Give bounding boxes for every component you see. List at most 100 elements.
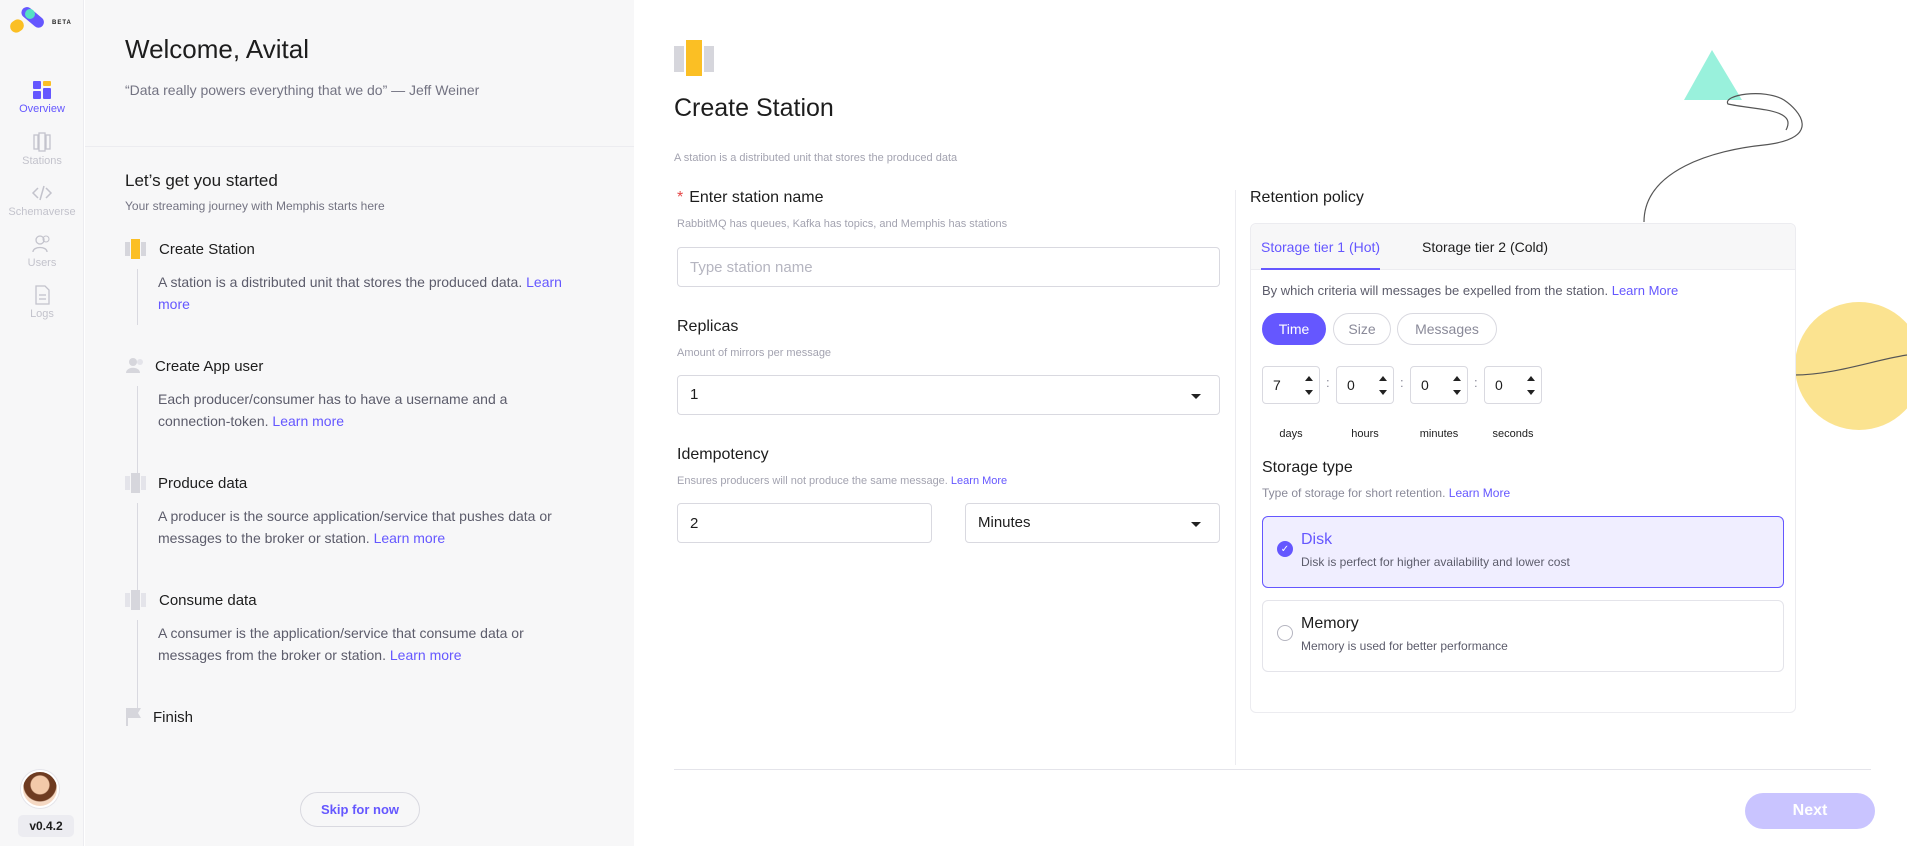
idempotency-hint-text: Ensures producers will not produce the s…	[677, 475, 948, 487]
days-stepper[interactable]: 7	[1262, 366, 1320, 404]
nav-item-stations[interactable]: Stations	[0, 132, 84, 167]
storage-option-title: Disk	[1301, 531, 1333, 548]
logs-icon	[35, 285, 50, 305]
step-connector	[137, 503, 138, 591]
caret-down-icon	[1191, 394, 1201, 399]
replicas-value: 1	[690, 386, 699, 403]
step-title: Produce data	[158, 475, 248, 492]
storage-option-disk[interactable]: ✓ Disk Disk is perfect for higher availa…	[1262, 516, 1784, 588]
radio-icon	[1277, 625, 1293, 641]
idempotency-unit-select[interactable]: Minutes	[965, 503, 1220, 543]
step-description: A consumer is the application/service th…	[158, 622, 578, 666]
time-separator: :	[1400, 375, 1404, 390]
criteria-messages-button[interactable]: Messages	[1397, 313, 1497, 345]
logo-icon	[10, 7, 44, 33]
tab-storage-tier-2[interactable]: Storage tier 2 (Cold)	[1422, 224, 1548, 270]
seconds-label: seconds	[1492, 428, 1534, 440]
column-divider	[1235, 190, 1236, 765]
step-consume-data: Consume data A consumer is the applicati…	[125, 590, 585, 708]
page-title: Create Station	[674, 94, 834, 122]
footer-divider	[674, 769, 1871, 770]
required-mark: *	[677, 189, 684, 206]
replicas-label: Replicas	[677, 318, 739, 335]
storage-option-description: Memory is used for better performance	[1301, 639, 1508, 653]
learn-more-link[interactable]: Learn more	[272, 413, 344, 429]
storage-type-hint: Type of storage for short retention. Lea…	[1262, 486, 1510, 500]
retention-question: By which criteria will messages be expel…	[1262, 283, 1678, 298]
minutes-label: minutes	[1419, 428, 1459, 440]
tab-storage-tier-1[interactable]: Storage tier 1 (Hot)	[1261, 224, 1381, 270]
station-icon	[125, 239, 146, 259]
step-create-station: Create Station A station is a distribute…	[125, 239, 585, 325]
next-button[interactable]: Next	[1745, 793, 1875, 829]
station-icon	[674, 40, 714, 76]
stations-icon	[33, 132, 51, 152]
idempotency-learn-more-link[interactable]: Learn More	[951, 475, 1007, 487]
user-icon	[126, 358, 143, 373]
get-started-subtitle: Your streaming journey with Memphis star…	[125, 199, 385, 213]
producer-icon	[125, 473, 146, 493]
avatar[interactable]	[21, 770, 59, 808]
minutes-stepper[interactable]: 0	[1410, 366, 1468, 404]
nav-label-schemaverse: Schemaverse	[8, 206, 76, 218]
decrement-icon[interactable]	[1379, 390, 1387, 395]
step-create-app-user: Create App user Each producer/consumer h…	[125, 356, 585, 474]
nav-item-users[interactable]: Users	[0, 234, 84, 269]
replicas-select[interactable]: 1	[677, 375, 1220, 415]
criteria-time-button[interactable]: Time	[1262, 313, 1326, 345]
storage-option-memory[interactable]: Memory Memory is used for better perform…	[1262, 600, 1784, 672]
nav-item-logs[interactable]: Logs	[0, 285, 84, 320]
station-name-label: * Enter station name	[677, 189, 824, 207]
step-title: Consume data	[159, 592, 257, 609]
idempotency-value-input[interactable]	[677, 503, 932, 543]
increment-icon[interactable]	[1305, 376, 1313, 381]
skip-button[interactable]: Skip for now	[300, 792, 420, 827]
version-badge: v0.4.2	[18, 815, 74, 837]
retention-question-text: By which criteria will messages be expel…	[1262, 283, 1609, 298]
step-description-text: A producer is the source application/ser…	[158, 508, 552, 546]
storage-type-learn-more-link[interactable]: Learn More	[1449, 486, 1510, 500]
hours-label: hours	[1351, 428, 1379, 440]
nav-label-overview: Overview	[19, 103, 65, 115]
step-connector	[137, 620, 138, 708]
step-description: Each producer/consumer has to have a use…	[158, 388, 578, 432]
hours-stepper[interactable]: 0	[1336, 366, 1394, 404]
step-finish: Finish	[125, 707, 585, 731]
nav-item-schemaverse[interactable]: Schemaverse	[0, 183, 84, 218]
nav-label-logs: Logs	[30, 308, 54, 320]
divider	[85, 146, 634, 147]
learn-more-link[interactable]: Learn more	[390, 647, 462, 663]
step-description-text: A station is a distributed unit that sto…	[158, 274, 523, 290]
decrement-icon[interactable]	[1453, 390, 1461, 395]
learn-more-link[interactable]: Learn more	[374, 530, 446, 546]
step-description: A producer is the source application/ser…	[158, 505, 578, 549]
station-name-input[interactable]	[677, 247, 1220, 287]
welcome-title: Welcome, Avital	[125, 34, 310, 64]
step-description: A station is a distributed unit that sto…	[158, 271, 578, 315]
step-connector	[137, 386, 138, 474]
decrement-icon[interactable]	[1305, 390, 1313, 395]
retention-learn-more-link[interactable]: Learn More	[1612, 283, 1678, 298]
step-title: Create Station	[159, 241, 255, 258]
consumer-icon	[125, 590, 146, 610]
create-station-panel: Create Station A station is a distribute…	[634, 0, 1907, 846]
side-nav: BETA Overview Stations Schemaverse Users…	[0, 0, 84, 846]
replicas-hint: Amount of mirrors per message	[677, 347, 832, 359]
caret-down-icon	[1191, 522, 1201, 527]
decrement-icon[interactable]	[1527, 390, 1535, 395]
station-name-label-text: Enter station name	[689, 189, 824, 206]
criteria-size-button[interactable]: Size	[1333, 313, 1391, 345]
storage-type-hint-text: Type of storage for short retention.	[1262, 486, 1446, 500]
increment-icon[interactable]	[1453, 376, 1461, 381]
time-separator: :	[1474, 375, 1478, 390]
storage-option-title: Memory	[1301, 615, 1359, 632]
seconds-stepper[interactable]: 0	[1484, 366, 1542, 404]
idempotency-label: Idempotency	[677, 446, 769, 463]
increment-icon[interactable]	[1527, 376, 1535, 381]
nav-item-overview[interactable]: Overview	[0, 80, 84, 115]
page-subtitle: A station is a distributed unit that sto…	[674, 152, 958, 164]
retention-policy-label: Retention policy	[1250, 189, 1364, 206]
memphis-logo[interactable]: BETA	[8, 6, 72, 40]
increment-icon[interactable]	[1379, 376, 1387, 381]
get-started-title: Let’s get you started	[125, 171, 278, 190]
